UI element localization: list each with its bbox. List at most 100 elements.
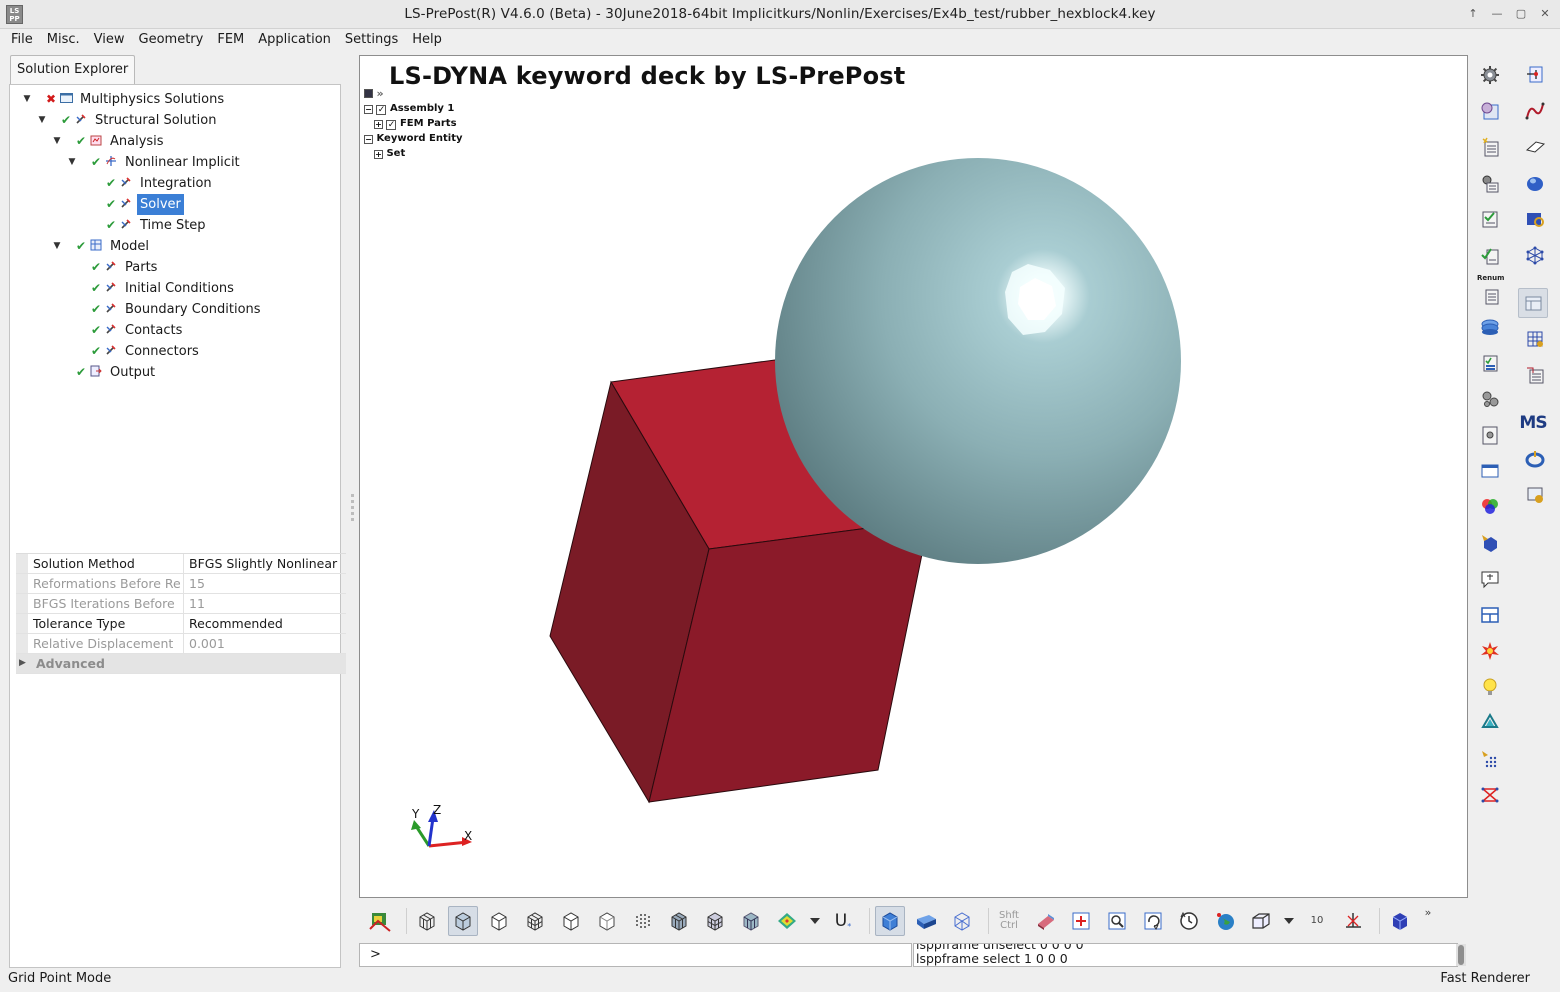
expand-arrow-icon[interactable]: ▼	[36, 110, 48, 131]
property-value[interactable]: Recommended	[184, 614, 346, 634]
property-row[interactable]: Tolerance Type Recommended	[16, 614, 346, 634]
expand-arrow-icon[interactable]: ▼	[51, 236, 63, 257]
globe-icon[interactable]	[1210, 906, 1240, 936]
menu-application[interactable]: Application	[251, 29, 338, 52]
more-tools-icon[interactable]: »	[1421, 906, 1435, 936]
menu-help[interactable]: Help	[405, 29, 449, 52]
command-input[interactable]: >	[359, 943, 912, 967]
mesh-view-button[interactable]	[520, 906, 550, 936]
torus-icon[interactable]	[1520, 444, 1550, 474]
solid-primitive-icon[interactable]	[1520, 168, 1550, 198]
tree-item-model[interactable]: ▼ ✔ Model	[10, 236, 340, 257]
ms-button[interactable]: MS	[1518, 408, 1548, 438]
menu-misc[interactable]: Misc.	[40, 29, 87, 52]
tree-item-initial-conditions[interactable]: ✔ Initial Conditions	[10, 278, 340, 299]
property-value[interactable]: BFGS Slightly Nonlinear	[184, 554, 346, 574]
displacement-button[interactable]: U *	[828, 906, 858, 936]
rigid-sphere[interactable]	[775, 158, 1181, 564]
perspective-view-button[interactable]	[1246, 906, 1276, 936]
surface-icon[interactable]	[1520, 132, 1550, 162]
tree-item-analysis[interactable]: ▼ ✔ Analysis	[10, 131, 340, 152]
menu-geometry[interactable]: Geometry	[132, 29, 211, 52]
expand-arrow-icon[interactable]: ▼	[21, 89, 33, 110]
zoom-window-button[interactable]	[1102, 906, 1132, 936]
close-button[interactable]: ✕	[1538, 7, 1552, 21]
menu-fem[interactable]: FEM	[210, 29, 251, 52]
xyz-data-icon[interactable]	[1520, 480, 1550, 510]
tree-item-connectors[interactable]: ✔ Connectors	[10, 341, 340, 362]
center-model-button[interactable]	[1066, 906, 1096, 936]
settings-gear-icon[interactable]	[1475, 60, 1505, 90]
part-list-icon[interactable]	[1475, 132, 1505, 162]
light-bulb-icon[interactable]	[1475, 672, 1505, 702]
element-shrink-button[interactable]	[664, 906, 694, 936]
scrollbar-thumb[interactable]	[1458, 945, 1464, 965]
tree-item-solver[interactable]: ✔ Solver	[10, 194, 340, 215]
property-row[interactable]: Solution Method BFGS Slightly Nonlinear	[16, 554, 346, 574]
assembly-tree-item[interactable]: + ✓ FEM Parts	[364, 116, 463, 131]
hidden-line-button[interactable]	[484, 906, 514, 936]
point-cloud-button[interactable]	[628, 906, 658, 936]
curve-icon[interactable]	[1520, 96, 1550, 126]
visibility-checkbox[interactable]: ✓	[386, 120, 397, 130]
tree-item-nonlinear-implicit[interactable]: ▼ ✔ Nonlinear Implicit	[10, 152, 340, 173]
mesh-node-icon[interactable]	[1520, 240, 1550, 270]
layers-icon[interactable]	[1475, 312, 1505, 342]
split-view-icon[interactable]	[1475, 600, 1505, 630]
menu-view[interactable]: View	[87, 29, 132, 52]
color-palette-icon[interactable]	[1475, 492, 1505, 522]
tree-item-output[interactable]: ✔ Output	[10, 362, 340, 383]
eraser-icon[interactable]	[1030, 906, 1060, 936]
assembly-tree-item[interactable]: + Set	[364, 146, 463, 161]
multi-gear-icon[interactable]	[1475, 384, 1505, 414]
assembly-tree-item[interactable]: − Keyword Entity	[364, 131, 463, 146]
outline-view-button[interactable]	[592, 906, 622, 936]
contour-dropdown-icon[interactable]	[808, 906, 822, 936]
reset-view-button[interactable]	[1174, 906, 1204, 936]
maximize-button[interactable]: ▢	[1514, 7, 1528, 21]
properties-list-icon[interactable]	[1520, 360, 1550, 390]
list-check-icon[interactable]	[1475, 348, 1505, 378]
tree-item-structural-solution[interactable]: ▼ ✔ Structural Solution	[10, 110, 340, 131]
tree-item-multiphysics-solutions[interactable]: ▼ ✖ Multiphysics Solutions	[10, 89, 340, 110]
element-tools-icon[interactable]	[1520, 204, 1550, 234]
contour-button[interactable]	[772, 906, 802, 936]
render-cube-button[interactable]	[1385, 906, 1415, 936]
menu-settings[interactable]: Settings	[338, 29, 405, 52]
feature-line-button[interactable]	[556, 906, 586, 936]
shift-ctrl-toggle[interactable]: Shft Ctrl	[994, 906, 1024, 936]
keep-above-button[interactable]: ↑	[1466, 7, 1480, 21]
command-log-scrollbar[interactable]	[1456, 944, 1466, 966]
rotate-view-button[interactable]	[1138, 906, 1168, 936]
expand-icon[interactable]: +	[374, 120, 383, 129]
node-create-icon[interactable]	[1520, 60, 1550, 90]
tab-solution-explorer[interactable]: Solution Explorer	[10, 55, 136, 84]
property-group-advanced[interactable]: ▶ Advanced	[16, 654, 346, 674]
fringe-plot-button[interactable]	[365, 906, 395, 936]
renumber-button[interactable]: Renum	[1475, 274, 1505, 306]
collapse-all-icon[interactable]	[364, 89, 373, 98]
expand-icon[interactable]: +	[374, 150, 383, 159]
tree-item-boundary-conditions[interactable]: ✔ Boundary Conditions	[10, 299, 340, 320]
recycle-icon[interactable]	[1475, 708, 1505, 738]
minimize-button[interactable]: —	[1490, 7, 1504, 21]
collapse-icon[interactable]: −	[364, 135, 373, 144]
axis-toggle-button[interactable]	[1338, 906, 1368, 936]
expand-arrow-icon[interactable]: »	[376, 87, 383, 100]
element-edges-button[interactable]	[700, 906, 730, 936]
window-view-icon[interactable]	[1475, 456, 1505, 486]
mesh-grid-icon[interactable]	[1520, 324, 1550, 354]
wireframe-shaded-button[interactable]	[412, 906, 442, 936]
visibility-checkbox[interactable]: ✓	[376, 105, 387, 115]
wire-render-button[interactable]	[947, 906, 977, 936]
point-grid-icon[interactable]	[1475, 744, 1505, 774]
single-gear-icon[interactable]	[1475, 420, 1505, 450]
model-info-icon[interactable]	[1475, 96, 1505, 126]
assembly-tree-item[interactable]: − ✓ Assembly 1	[364, 101, 463, 116]
tree-item-contacts[interactable]: ✔ Contacts	[10, 320, 340, 341]
panel-splitter[interactable]	[350, 54, 355, 966]
explosion-icon[interactable]	[1475, 636, 1505, 666]
menu-file[interactable]: File	[4, 29, 40, 52]
keyword-manager-icon[interactable]	[1518, 288, 1548, 318]
graphics-viewport[interactable]: LS-DYNA keyword deck by LS-PrePost » − ✓…	[359, 55, 1468, 898]
